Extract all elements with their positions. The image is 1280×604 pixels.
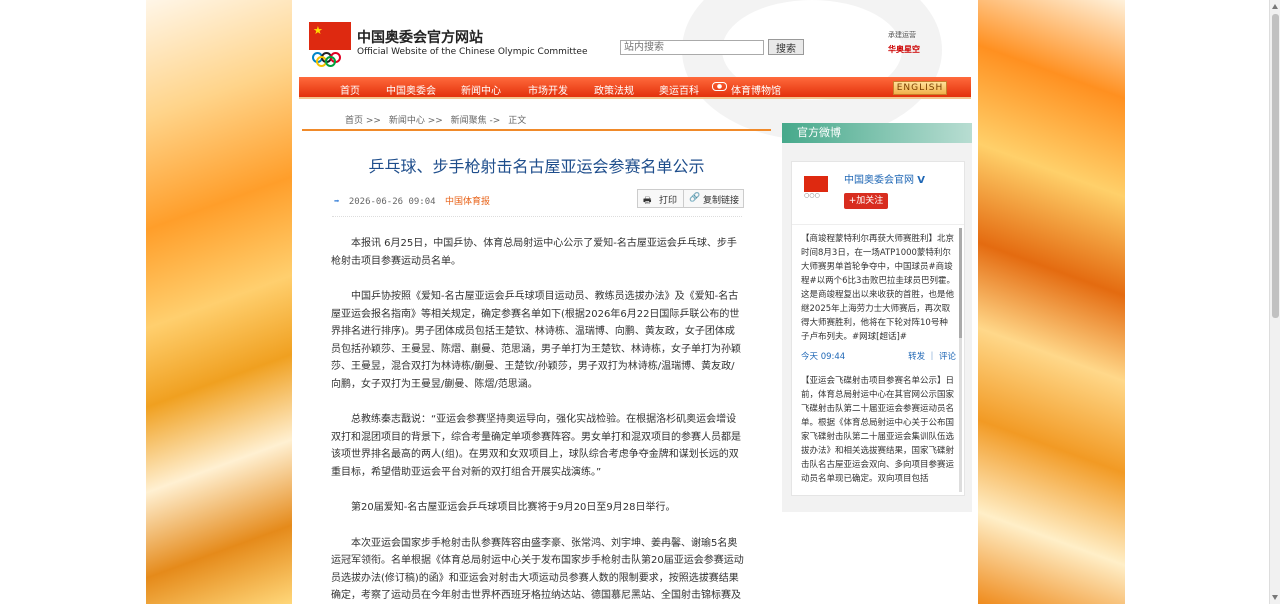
site-title-en: Official Website of the Chinese Olympic … <box>357 47 588 57</box>
watermark-decoration <box>682 0 942 140</box>
main-nav: 首页 中国奥委会 新闻中心 市场开发 政策法规 奥运百科 ● 体育博物馆 ENG… <box>299 77 971 99</box>
breadcrumb-divider <box>302 129 771 131</box>
article-datetime: 2026-06-26 09:04 <box>348 197 436 207</box>
article-paragraph: 第20届爱知-名古屋亚运会乒乓球项目比赛将于9月20日至9月28日举行。 <box>351 502 676 513</box>
flag-icon <box>804 176 828 192</box>
scroll-down-icon[interactable] <box>1272 595 1278 600</box>
printer-icon[interactable]: 🖶 <box>643 193 652 209</box>
weibo-scrollbar[interactable] <box>959 228 962 492</box>
page-container: ★ 中国奥委会官方网站 Official Website of the Chin… <box>292 0 978 604</box>
article-body: 本报讯 6月25日，中国乒协、体育总局射运中心公示了爱知-名古屋亚运会乒乓球、步… <box>331 235 744 604</box>
nav-item-home[interactable]: 首页 <box>340 82 360 97</box>
breadcrumb-current: 正文 <box>508 116 527 126</box>
weibo-divider <box>792 224 964 225</box>
nav-item-market[interactable]: 市场开发 <box>528 82 568 97</box>
article-tools: 🖶 打印 🔗 复制链接 <box>637 189 744 208</box>
search-input[interactable] <box>620 40 764 55</box>
sponsor-name: 华奥星空 <box>888 45 920 54</box>
follow-button[interactable]: +加关注 <box>844 193 888 209</box>
background-left-decoration <box>146 0 292 604</box>
arrow-right-icon: ➡ <box>334 197 340 207</box>
sidebar-weibo-panel: ○○○ 中国奥委会官网 V +加关注 【商竣程蒙特利尔再获大师赛胜利】北京时间8… <box>782 143 972 512</box>
weibo-widget: ○○○ 中国奥委会官网 V +加关注 【商竣程蒙特利尔再获大师赛胜利】北京时间8… <box>791 161 965 496</box>
background-right-decoration <box>978 0 1125 604</box>
article-title: 乒乓球、步手枪射击名古屋亚运会参赛名单公示 <box>368 157 705 176</box>
article-paragraph: 本次亚运会国家步手枪射击队参赛阵容由盛李豪、张常鸿、刘宇坤、姜冉馨、谢瑜5名奥运… <box>331 537 744 602</box>
link-icon[interactable]: 🔗 <box>689 193 700 203</box>
weibo-post-time[interactable]: 今天 09:44 <box>801 350 845 364</box>
copy-link-button[interactable]: 复制链接 <box>703 193 739 206</box>
museum-icon: ● <box>712 82 727 91</box>
verified-icon: V <box>917 175 925 186</box>
rings-mini-icon: ○○○ <box>804 192 820 199</box>
article-paragraph: 本报讯 6月25日，中国乒协、体育总局射运中心公示了爱知-名古屋亚运会乒乓球、步… <box>331 238 737 267</box>
breadcrumb: 首页 >> 新闻中心 >> 新闻聚焦 -> 正文 <box>345 113 531 126</box>
site-title-cn[interactable]: 中国奥委会官方网站 <box>357 27 483 47</box>
meta-divider <box>332 216 742 217</box>
article-source[interactable]: 中国体育报 <box>445 197 490 207</box>
article-paragraph: 总教练秦志戬说：“亚运会参赛坚持奥运导向，强化实战检验。在根据洛杉矶奥运会增设双… <box>331 414 741 478</box>
nav-item-coc[interactable]: 中国奥委会 <box>386 82 436 97</box>
article-meta: ➡ 2026-06-26 09:04 中国体育报 <box>334 194 490 207</box>
nav-item-encyclopedia[interactable]: 奥运百科 <box>659 82 699 97</box>
weibo-account-label: 中国奥委会官网 <box>844 175 914 186</box>
print-button[interactable]: 打印 <box>659 193 677 206</box>
scroll-up-icon[interactable] <box>1272 4 1278 9</box>
weibo-post: 【亚运会飞碟射击项目参赛名单公示】日前，体育总局射运中心在其官网公示国家飞碟射击… <box>801 376 955 484</box>
site-header: ★ 中国奥委会官方网站 Official Website of the Chin… <box>292 0 978 140</box>
weibo-post-actions[interactable]: 转发 ｜ 评论 <box>908 350 956 364</box>
breadcrumb-home[interactable]: 首页 >> <box>345 116 381 126</box>
breadcrumb-news-focus[interactable]: 新闻聚焦 -> <box>451 116 501 126</box>
sponsor-caption: 承建运营 <box>888 31 916 39</box>
china-flag-logo[interactable]: ★ <box>309 22 351 50</box>
olympic-rings-icon <box>312 52 350 67</box>
english-button[interactable]: ENGLISH <box>893 81 947 95</box>
nav-item-policy[interactable]: 政策法规 <box>594 82 634 97</box>
breadcrumb-news-center[interactable]: 新闻中心 >> <box>389 116 443 126</box>
nav-item-news[interactable]: 新闻中心 <box>461 82 501 97</box>
weibo-account-name[interactable]: 中国奥委会官网 V <box>844 171 925 186</box>
article-paragraph: 中国乒协按照《爱知-名古屋亚运会乒乓球项目运动员、教练员选拔办法》及《爱知-名古… <box>331 291 741 390</box>
sponsor-logo[interactable]: 承建运营 华奥星空 <box>888 30 946 60</box>
weibo-avatar[interactable]: ○○○ <box>804 176 832 206</box>
tools-separator <box>683 190 684 207</box>
weibo-post-meta: 今天 09:44 转发 ｜ 评论 <box>801 348 956 366</box>
window-scrollbar[interactable] <box>1269 0 1280 604</box>
sidebar-title: 官方微博 <box>782 123 972 143</box>
search-button[interactable]: 搜索 <box>768 39 804 55</box>
weibo-feed: 【商竣程蒙特利尔再获大师赛胜利】北京时间8月3日，在一场ATP1000蒙特利尔大… <box>801 232 956 490</box>
weibo-post: 【商竣程蒙特利尔再获大师赛胜利】北京时间8月3日，在一场ATP1000蒙特利尔大… <box>801 234 955 342</box>
scrollbar-thumb[interactable] <box>1272 14 1279 318</box>
nav-item-museum[interactable]: 体育博物馆 <box>731 82 781 97</box>
